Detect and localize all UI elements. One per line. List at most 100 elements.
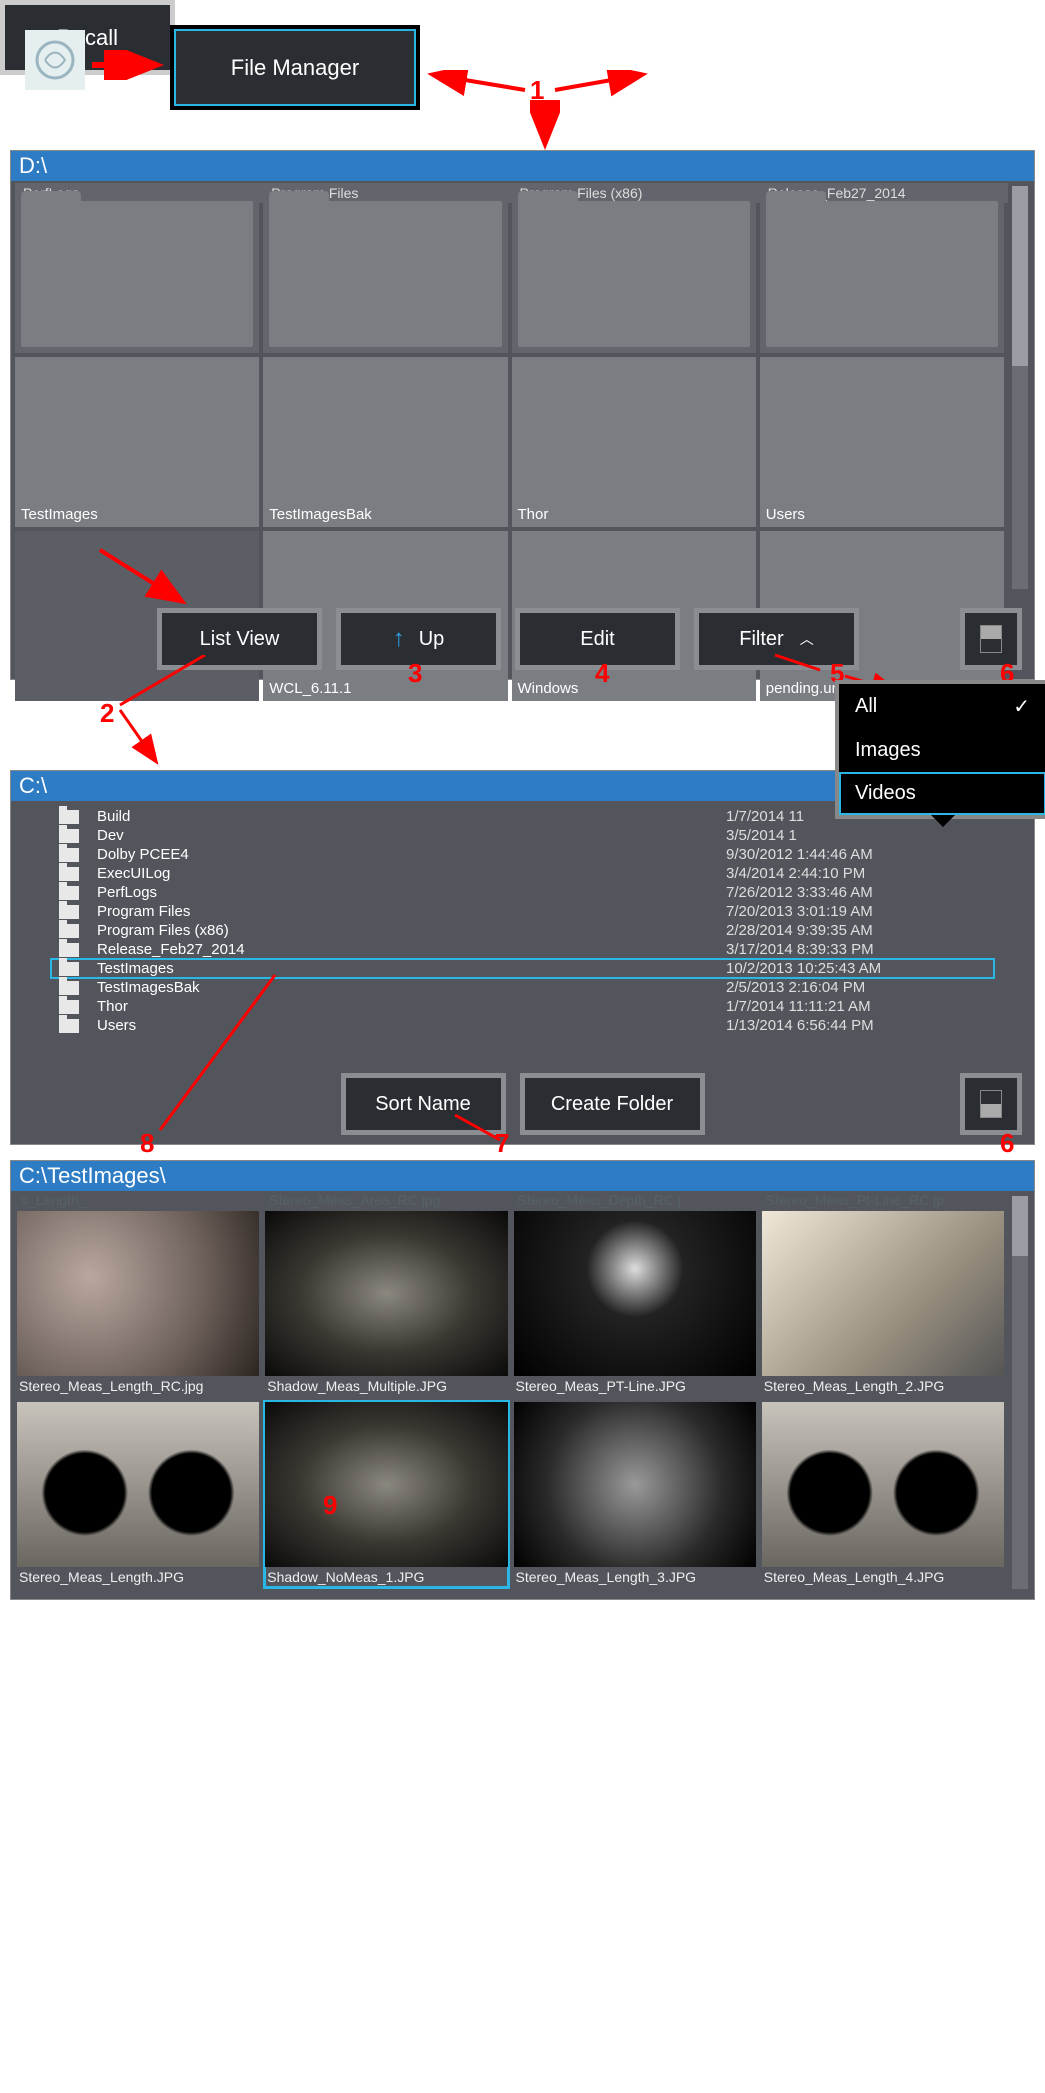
folder-icon <box>59 810 79 824</box>
image-tile[interactable]: Stereo_Meas_Length_4.JPG <box>762 1402 1004 1587</box>
image-tile[interactable]: Stereo_Meas_Length_RC.jpg <box>17 1211 259 1396</box>
folder-icon <box>59 981 79 995</box>
list-row[interactable]: PerfLogs7/26/2012 3:33:46 AM <box>51 883 994 902</box>
filter-label: Filter <box>739 628 783 651</box>
folder-tile[interactable]: Thor <box>512 357 756 527</box>
image-tile[interactable]: Stereo_Meas_Length_3.JPG <box>514 1402 756 1587</box>
folder-name: TestImages <box>21 506 98 523</box>
image-caption: Stereo_Meas_PT-Line.JPG <box>514 1376 756 1396</box>
folder-icon <box>59 829 79 843</box>
image-tile[interactable]: Stereo_Meas_PT-Line.JPG <box>514 1211 756 1396</box>
list-view-label: List View <box>200 628 280 651</box>
grid-scroll-track[interactable] <box>1012 186 1028 589</box>
list-row[interactable]: Release_Feb27_20143/17/2014 8:39:33 PM <box>51 940 994 959</box>
prev-row-caption: Stereo_Meas_Pt-Line_RC.jp <box>762 1191 1004 1209</box>
img-scroll-thumb[interactable] <box>1012 1196 1028 1256</box>
filter-images[interactable]: Images <box>839 729 1045 772</box>
thumbnail-icon <box>17 1211 259 1376</box>
folder-tile[interactable]: Users <box>760 357 1004 527</box>
thumbnail-icon <box>17 1402 259 1567</box>
folder-tile[interactable]: Program Files (x86) <box>512 183 756 353</box>
arrow-thumb-to-listview <box>95 545 195 625</box>
list-row[interactable]: Dev3/5/2014 1 <box>51 826 994 845</box>
filter-all[interactable]: All ✓ <box>839 684 1045 729</box>
prev-row-caption: s_Length_ <box>17 1191 259 1209</box>
prev-row-caption: Stereo_Meas_Depth_RC.j <box>514 1191 756 1209</box>
filter-images-label: Images <box>855 739 921 762</box>
thumbnail-icon <box>514 1211 756 1376</box>
list-item-date: 7/20/2013 3:01:19 AM <box>726 903 986 920</box>
list-item-date: 7/26/2012 3:33:46 AM <box>726 884 986 901</box>
folder-tile[interactable]: Program Files <box>263 183 507 353</box>
list-row[interactable]: Program Files (x86)2/28/2014 9:39:35 AM <box>51 921 994 940</box>
callout-4: 4 <box>595 658 609 689</box>
image-tile[interactable]: Stereo_Meas_Length_2.JPG <box>762 1211 1004 1396</box>
half-view-button-bottom[interactable] <box>960 1073 1022 1135</box>
folder-tile[interactable]: Release_Feb27_2014 <box>760 183 1004 353</box>
half-view-icon <box>980 625 1002 653</box>
list-row[interactable]: ExecUILog3/4/2014 2:44:10 PM <box>51 864 994 883</box>
folder-tile[interactable]: TestImagesBak <box>263 357 507 527</box>
arrow-7 <box>450 1110 510 1150</box>
thumbnail-icon <box>762 1211 1004 1376</box>
image-caption: Shadow_NoMeas_1.JPG <box>265 1567 507 1587</box>
callout-8: 8 <box>140 1128 154 1159</box>
callout-6b: 6 <box>1000 1128 1014 1159</box>
folder-icon <box>59 867 79 881</box>
folder-icon <box>59 943 79 957</box>
image-tile[interactable]: Shadow_NoMeas_1.JPG <box>265 1402 507 1587</box>
folder-tile[interactable]: PerfLogs <box>15 183 259 353</box>
list-item-date: 3/5/2014 1 <box>726 827 986 844</box>
list-item-name: Dev <box>97 827 726 844</box>
list-row[interactable]: Program Files7/20/2013 3:01:19 AM <box>51 902 994 921</box>
folder-name: pending.un <box>766 680 840 697</box>
image-tile[interactable]: Shadow_Meas_Multiple.JPG <box>265 1211 507 1396</box>
list-item-name: Dolby PCEE4 <box>97 846 726 863</box>
list-item-date: 9/30/2012 1:44:46 AM <box>726 846 986 863</box>
arrow-8 <box>155 970 285 1170</box>
list-item-date: 2/5/2013 2:16:04 PM <box>726 979 986 996</box>
folder-name: Users <box>766 506 805 523</box>
folder-icon <box>59 1000 79 1014</box>
folder-icon <box>59 848 79 862</box>
chevron-up-icon: ︿ <box>800 629 814 649</box>
callout-2: 2 <box>100 698 114 729</box>
image-caption: Stereo_Meas_Length_3.JPG <box>514 1567 756 1587</box>
create-folder-button[interactable]: Create Folder <box>520 1073 705 1135</box>
file-manager-label: File Manager <box>231 55 359 81</box>
filter-videos[interactable]: Videos <box>839 772 1045 815</box>
menu-pointer-icon <box>931 815 955 827</box>
list-item-name: Program Files <box>97 903 726 920</box>
ge-logo-icon <box>25 30 85 90</box>
image-caption: Stereo_Meas_Length.JPG <box>17 1567 259 1587</box>
list-row[interactable]: Dolby PCEE49/30/2012 1:44:46 AM <box>51 845 994 864</box>
filter-menu: All ✓ Images Videos <box>835 680 1045 819</box>
thumbnail-icon <box>265 1402 507 1567</box>
up-arrow-icon: ↑ <box>393 625 405 653</box>
image-caption: Stereo_Meas_Length_4.JPG <box>762 1567 1004 1587</box>
grid-scroll-thumb[interactable] <box>1012 186 1028 366</box>
prev-row-caption: Stereo_Meas_Area_RC.jpg <box>265 1191 507 1209</box>
image-caption: Stereo_Meas_Length_2.JPG <box>762 1376 1004 1396</box>
image-tile[interactable]: Stereo_Meas_Length.JPG <box>17 1402 259 1587</box>
folder-icon <box>59 886 79 900</box>
check-icon: ✓ <box>1013 694 1030 719</box>
arrow-logo-to-fm <box>92 50 167 80</box>
up-label: Up <box>419 628 445 651</box>
arrow-1-down <box>530 100 560 155</box>
list-item-date: 3/4/2014 2:44:10 PM <box>726 865 986 882</box>
folder-tile[interactable]: TestImages <box>15 357 259 527</box>
folder-icon <box>59 962 79 976</box>
folder-name: TestImagesBak <box>269 506 372 523</box>
half-view-icon <box>980 1090 1002 1118</box>
arrow-1-to-recall <box>550 70 650 100</box>
list-item-name: Build <box>97 808 726 825</box>
folder-name: Thor <box>518 506 549 523</box>
folder-name: WCL_6.11.1 <box>269 680 351 697</box>
path-d: D:\ <box>11 151 1034 181</box>
img-scroll-track[interactable] <box>1012 1196 1028 1589</box>
file-manager-button[interactable]: File Manager <box>170 25 420 110</box>
list-item-name: Release_Feb27_2014 <box>97 941 726 958</box>
arrow-5 <box>770 650 830 680</box>
arrow-1-to-fm <box>425 70 535 100</box>
